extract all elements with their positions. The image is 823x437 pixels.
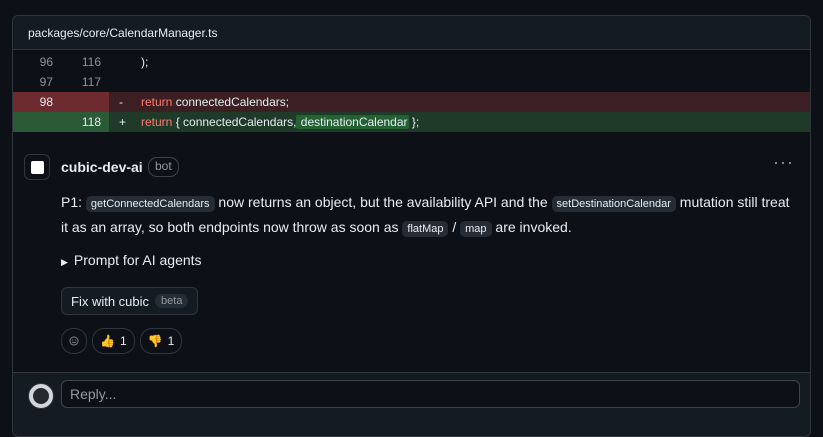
thumbs-up-icon: 👍 xyxy=(100,334,115,348)
prompt-disclosure[interactable]: ▶ Prompt for AI agents xyxy=(61,252,202,268)
avatar[interactable] xyxy=(24,154,50,180)
fix-with-cubic-button[interactable]: Fix with cubic beta xyxy=(61,287,199,315)
smiley-icon xyxy=(69,336,79,346)
thumbs-down-icon: 👎 xyxy=(147,334,163,348)
prompt-label: Prompt for AI agents xyxy=(73,252,202,268)
code-text: return connectedCalendars; xyxy=(141,92,289,112)
reactions-bar: 👍 1 👎 1 xyxy=(61,328,183,354)
code-keyword: return xyxy=(141,95,173,109)
reply-input[interactable] xyxy=(61,380,800,408)
code-text: ); xyxy=(141,55,149,69)
old-line-number: 96 xyxy=(39,55,53,69)
diff-panel: packages/core/CalendarManager.ts 96 116 … xyxy=(12,15,811,437)
inline-code: flatMap xyxy=(402,221,449,237)
reaction-count: 1 xyxy=(119,334,127,348)
thumbs-up-reaction[interactable]: 👍 1 xyxy=(92,328,135,354)
triangle-right-icon: ▶ xyxy=(61,257,68,267)
old-line-number: 97 xyxy=(39,75,53,89)
reaction-count: 1 xyxy=(167,334,175,348)
code-keyword: return xyxy=(141,115,173,129)
code-text: return { connectedCalendars, destination… xyxy=(141,112,419,132)
add-reaction-button[interactable] xyxy=(61,328,87,354)
diff-line-context: 96 116 ); xyxy=(13,52,810,72)
code-rest: }; xyxy=(408,115,420,129)
cubic-logo-icon xyxy=(30,160,44,174)
old-line-number: 98 xyxy=(39,95,53,109)
code-highlight: destinationCalendar xyxy=(296,115,409,129)
new-line-number: 117 xyxy=(81,75,101,89)
inline-code: getConnectedCalendars xyxy=(85,196,215,212)
comment-author[interactable]: cubic-dev-ai xyxy=(61,159,143,175)
inline-code: setDestinationCalendar xyxy=(551,196,676,212)
thumbs-down-reaction[interactable]: 👎 1 xyxy=(139,328,183,354)
code-rest: connectedCalendars; xyxy=(172,95,290,109)
beta-badge: beta xyxy=(155,294,189,308)
addition-marker: + xyxy=(119,115,127,129)
fix-button-label: Fix with cubic xyxy=(71,293,150,309)
user-avatar[interactable] xyxy=(28,383,54,409)
comment-body: P1: getConnectedCalendars now returns an… xyxy=(61,194,790,237)
bot-badge: bot xyxy=(148,157,179,177)
code-rest: { connectedCalendars, xyxy=(172,115,297,129)
inline-code: map xyxy=(460,221,492,237)
diff-line-addition: 118 + return { connectedCalendars, desti… xyxy=(13,112,810,132)
new-line-number: 116 xyxy=(81,55,101,69)
file-path[interactable]: packages/core/CalendarManager.ts xyxy=(28,26,217,40)
file-header: packages/core/CalendarManager.ts xyxy=(13,16,810,50)
diff-line-deletion: 98 - return connectedCalendars; xyxy=(13,92,810,112)
new-line-number: 118 xyxy=(81,115,101,129)
kebab-menu-icon[interactable]: ··· xyxy=(773,152,794,173)
reply-area xyxy=(13,373,810,436)
deletion-marker: - xyxy=(119,95,123,109)
diff-line-context: 97 117 xyxy=(13,72,810,92)
